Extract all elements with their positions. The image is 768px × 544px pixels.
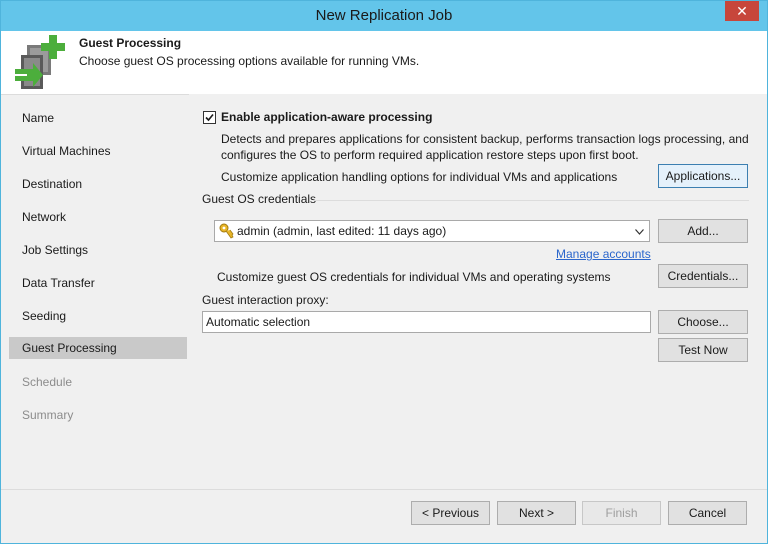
guest-os-credentials-label: Guest OS credentials bbox=[202, 192, 317, 206]
window-title: New Replication Job bbox=[315, 7, 453, 24]
title-bar: New Replication Job ✕ bbox=[1, 1, 767, 31]
wizard-header: Guest Processing Choose guest OS process… bbox=[1, 31, 767, 95]
test-now-button[interactable]: Test Now bbox=[658, 338, 748, 362]
close-button[interactable]: ✕ bbox=[725, 1, 759, 21]
app-aware-description-line2: configures the OS to perform required ap… bbox=[221, 148, 639, 162]
credentials-customize-text: Customize guest OS credentials for indiv… bbox=[217, 270, 611, 284]
step-schedule: Schedule bbox=[22, 375, 73, 389]
app-aware-label[interactable]: Enable application-aware processing bbox=[221, 110, 432, 124]
next-button[interactable]: Next > bbox=[497, 501, 576, 525]
step-guest-processing[interactable]: Guest Processing bbox=[9, 337, 187, 359]
main-content: Enable application-aware processing Dete… bbox=[189, 94, 767, 489]
previous-button[interactable]: < Previous bbox=[411, 501, 490, 525]
applications-button[interactable]: Applications... bbox=[658, 164, 748, 188]
guest-proxy-field[interactable]: Automatic selection bbox=[202, 311, 651, 333]
step-data-transfer[interactable]: Data Transfer bbox=[9, 272, 187, 294]
step-virtual-machines[interactable]: Virtual Machines bbox=[9, 140, 187, 162]
footer-divider bbox=[1, 489, 767, 490]
choose-proxy-button[interactable]: Choose... bbox=[658, 310, 748, 334]
step-name[interactable]: Name bbox=[9, 107, 187, 129]
credentials-selected-value: admin (admin, last edited: 11 days ago) bbox=[237, 224, 447, 238]
manage-accounts-link[interactable]: Manage accounts bbox=[556, 247, 651, 261]
guest-proxy-label: Guest interaction proxy: bbox=[202, 293, 329, 307]
key-icon bbox=[219, 223, 234, 239]
step-seeding[interactable]: Seeding bbox=[9, 305, 187, 327]
replication-job-icon bbox=[15, 35, 65, 89]
app-aware-checkbox[interactable] bbox=[203, 111, 216, 124]
page-title: Guest Processing bbox=[79, 36, 182, 50]
credentials-button[interactable]: Credentials... bbox=[658, 264, 748, 288]
credentials-dropdown[interactable]: admin (admin, last edited: 11 days ago) bbox=[214, 220, 650, 242]
checkmark-icon bbox=[205, 113, 214, 122]
finish-button: Finish bbox=[582, 501, 661, 525]
step-network[interactable]: Network bbox=[9, 206, 187, 228]
step-destination[interactable]: Destination bbox=[9, 173, 187, 195]
step-summary: Summary bbox=[22, 408, 74, 422]
add-credentials-button[interactable]: Add... bbox=[658, 219, 748, 243]
group-divider bbox=[313, 200, 749, 201]
wizard-window: New Replication Job ✕ Guest Processing C… bbox=[0, 0, 768, 544]
page-subtitle: Choose guest OS processing options avail… bbox=[79, 54, 420, 68]
step-job-settings[interactable]: Job Settings bbox=[9, 239, 187, 261]
app-aware-description-line1: Detects and prepares applications for co… bbox=[221, 132, 749, 146]
cancel-button[interactable]: Cancel bbox=[668, 501, 747, 525]
chevron-down-icon bbox=[635, 229, 644, 235]
app-handling-text: Customize application handling options f… bbox=[221, 170, 618, 184]
wizard-steps-sidebar: Name Virtual Machines Destination Networ… bbox=[7, 101, 189, 486]
